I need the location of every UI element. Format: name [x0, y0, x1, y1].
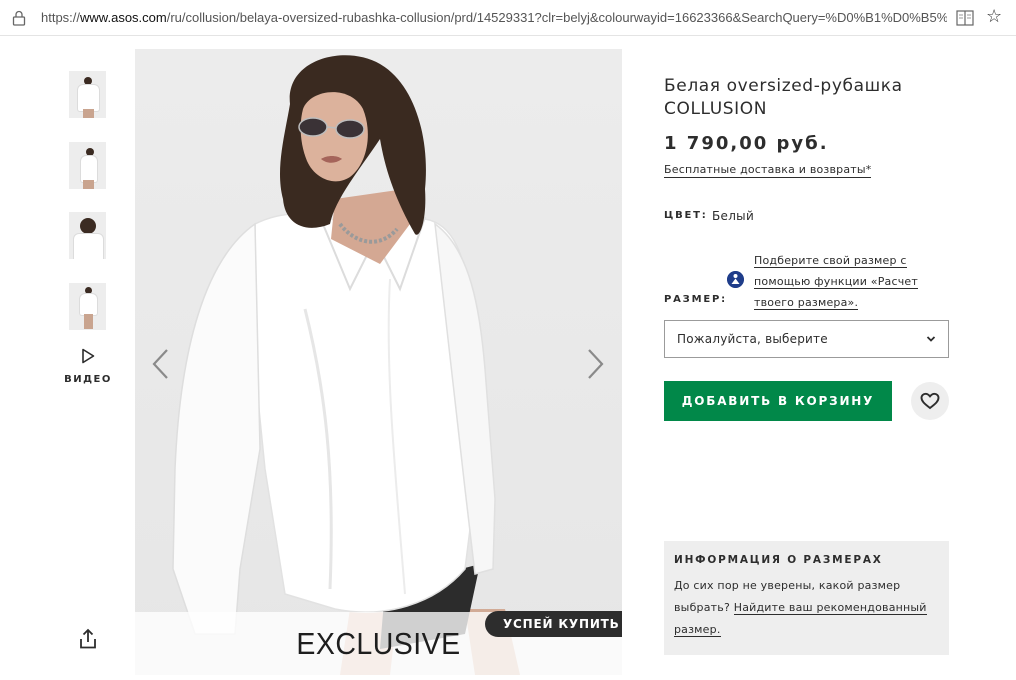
thumb-figure-head — [85, 287, 92, 294]
video-button[interactable]: ВИДЕО — [64, 348, 112, 394]
size-info-heading: ИНФОРМАЦИЯ О РАЗМЕРАХ — [674, 554, 883, 566]
colour-label: ЦВЕТ: — [664, 210, 708, 221]
add-to-bag-button[interactable]: ДОБАВИТЬ В КОРЗИНУ — [664, 381, 892, 421]
thumb-figure-head — [80, 218, 96, 234]
size-info-text-block: До сих пор не уверены, какой размер выбр… — [674, 575, 939, 641]
thumbnail-3[interactable] — [68, 211, 107, 260]
model-photo — [172, 55, 520, 675]
share-icon[interactable] — [78, 628, 98, 650]
save-for-later-button[interactable] — [911, 382, 949, 420]
thumb-figure-body — [81, 156, 97, 182]
thumb-figure-head — [86, 148, 94, 156]
fit-assistant-text: Подберите свой размер с помощью функции … — [754, 254, 919, 310]
chevron-left-icon[interactable] — [149, 346, 171, 382]
thumbnail-4[interactable] — [68, 282, 107, 331]
bookmark-star-icon[interactable]: ☆ — [986, 6, 1002, 28]
thumbnail-2[interactable] — [68, 141, 107, 190]
thumb-figure-head — [84, 77, 92, 85]
chevron-right-icon[interactable] — [585, 346, 607, 382]
thumb-figure-legs — [84, 314, 93, 329]
size-select[interactable]: Пожалуйста, выберите — [664, 320, 949, 358]
product-price: 1 790,00 руб. — [664, 133, 829, 154]
main-product-image — [135, 49, 622, 675]
play-icon — [82, 348, 95, 364]
url-path: /ru/collusion/belaya-oversized-rubashka-… — [166, 10, 947, 25]
url-field[interactable]: https://www.asos.com/ru/collusion/belaya… — [41, 9, 947, 27]
product-title: Белая oversized-рубашка COLLUSION — [664, 76, 903, 119]
fit-assistant-link[interactable]: Подберите свой размер с помощью функции … — [754, 250, 954, 313]
size-info-panel: ИНФОРМАЦИЯ О РАЗМЕРАХ До сих пор не увер… — [664, 541, 949, 655]
thumbnail-1[interactable] — [68, 70, 107, 119]
size-label: РАЗМЕР: — [664, 294, 727, 305]
url-domain: www.asos.com — [80, 10, 167, 25]
thumb-figure-legs — [83, 180, 94, 189]
thumb-figure-body — [80, 294, 97, 315]
video-label: ВИДЕО — [64, 374, 112, 385]
reader-view-icon[interactable] — [956, 10, 974, 26]
heart-icon — [920, 392, 940, 410]
thumb-figure-legs — [83, 109, 94, 118]
lock-icon — [12, 10, 26, 26]
colour-value: Белый — [712, 209, 755, 223]
free-delivery-link[interactable]: Бесплатные доставка и возвраты* — [664, 162, 872, 178]
size-select-value: Пожалуйста, выберите — [677, 332, 828, 346]
browser-address-bar: https://www.asos.com/ru/collusion/belaya… — [0, 0, 1016, 36]
fit-assistant-icon — [727, 271, 744, 288]
url-prefix: https:// — [41, 10, 81, 25]
thumb-figure-body — [78, 85, 99, 111]
hurry-badge: УСПЕЙ КУПИТЬ — [485, 611, 622, 637]
thumb-figure-body — [74, 234, 103, 259]
chevron-down-icon — [926, 336, 936, 342]
